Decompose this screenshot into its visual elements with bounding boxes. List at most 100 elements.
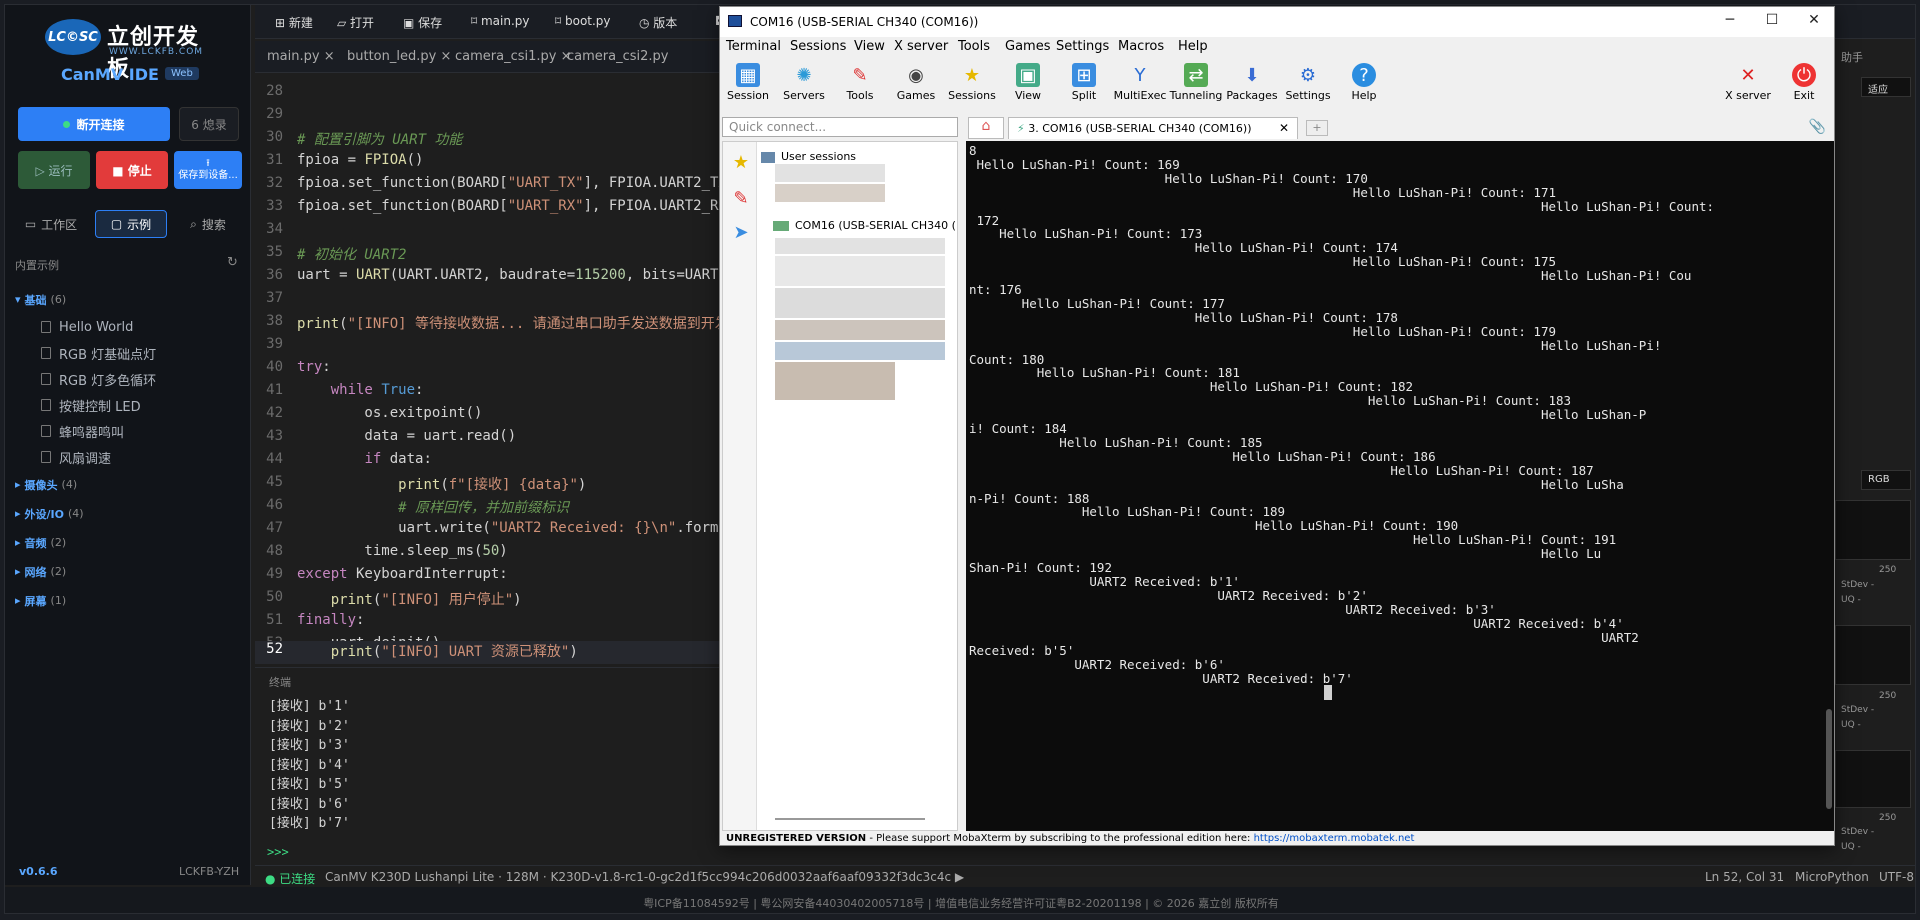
power-icon: ⏻ <box>1792 63 1816 87</box>
servers-icon: ✺ <box>796 64 812 86</box>
boot-py-button[interactable]: ⌑ boot.py <box>555 14 611 28</box>
tool-servers[interactable]: ✺ Servers <box>776 59 832 103</box>
code-line: 39 <box>266 336 283 352</box>
version-button[interactable]: ◷ 版本 <box>639 14 677 31</box>
mobatek-link[interactable]: https://mobaxterm.mobatek.net <box>1254 833 1415 844</box>
tree-category-camera[interactable]: ▸ 摄像头 (4) <box>15 470 245 499</box>
maximize-icon[interactable]: ☐ <box>1762 12 1782 28</box>
tool-help[interactable]: ? Help <box>1336 59 1392 102</box>
menu-games[interactable]: Games <box>1005 39 1050 54</box>
session-tab-com16[interactable]: ⚡ 3. COM16 (USB-SERIAL CH340 (COM16)) ✕ <box>1008 117 1298 139</box>
tree-category-network[interactable]: ▸ 网络 (2) <box>15 557 245 586</box>
disconnect-button[interactable]: 断开连接 <box>18 107 170 141</box>
terminal-app-icon <box>728 15 742 27</box>
code-line-current: 52 print("[INFO] UART 资源已释放") <box>255 641 725 664</box>
session-com16[interactable]: COM16 (USB-SERIAL CH340 ( <box>773 219 956 232</box>
stdev-label: StDev - <box>1841 827 1875 837</box>
close-tab-icon[interactable]: ✕ <box>1279 121 1289 135</box>
serial-icon: ⚡ <box>1017 122 1029 135</box>
tool-settings[interactable]: ⚙ Settings <box>1280 59 1336 103</box>
menu-tools[interactable]: Tools <box>958 39 990 54</box>
terminal-prompt[interactable]: >>> <box>267 845 289 859</box>
lcsc-logo-badge: LC©SC <box>45 19 101 55</box>
tab-camera-csi2[interactable]: camera_csi2.py <box>567 49 668 64</box>
tree-category-basic[interactable]: ▾ 基础 (6) <box>15 285 245 314</box>
attach-icon[interactable]: 📎 <box>1809 119 1826 135</box>
menu-view[interactable]: View <box>854 39 885 54</box>
main-py-button[interactable]: ⌑ main.py <box>471 14 530 28</box>
terminal-cursor <box>1324 685 1332 701</box>
tab-examples[interactable]: ▢ 示例 <box>95 210 167 238</box>
tool-exit[interactable]: ⏻ Exit <box>1776 59 1832 102</box>
tool-xserver[interactable]: ✕ X server <box>1720 59 1776 103</box>
serial-terminal[interactable]: 8 Hello LuShan-Pi! Count: 169 Hello LuSh… <box>966 141 1834 831</box>
tree-item[interactable]: 蜂鸣器鸣叫 <box>15 418 245 444</box>
mobaxterm-titlebar[interactable]: COM16 (USB-SERIAL CH340 (COM16)) ─ ☐ ✕ <box>720 7 1834 37</box>
tree-category-screen[interactable]: ▸ 屏幕 (1) <box>15 586 245 615</box>
new-file-button[interactable]: ⊞ 新建 <box>275 14 313 31</box>
code-editor[interactable]: 28 29 30 # 配置引脚为 UART 功能 31 fpioa = FPIOA(… <box>255 75 725 665</box>
menu-help[interactable]: Help <box>1178 39 1208 54</box>
tool-multiexec[interactable]: Y MultiExec <box>1112 59 1168 103</box>
run-button[interactable]: ▷ 运行 <box>18 151 90 189</box>
tree-item[interactable]: 风扇调速 <box>15 444 245 470</box>
tab-button-led[interactable]: button_led.py × <box>347 49 451 64</box>
tool-tunneling[interactable]: ⇄ Tunneling <box>1168 59 1224 102</box>
send-icon[interactable]: ➤ <box>731 222 751 243</box>
tool-session[interactable]: ▦ Session <box>720 59 776 102</box>
tool-view[interactable]: ▣ View <box>1000 59 1056 102</box>
builtin-examples-label: 内置示例 <box>15 259 59 272</box>
tree-item[interactable]: 按键控制 LED <box>15 392 245 418</box>
zoom-fit-select[interactable]: 适应 <box>1861 77 1911 97</box>
stdev-label: StDev - <box>1841 580 1875 590</box>
disconnect-label: 断开连接 <box>76 117 125 132</box>
tree-item[interactable]: RGB 灯基础点灯 <box>15 340 245 366</box>
sidebar-tabs: ▭ 工作区 ▢ 示例 ⌕ 搜索 <box>15 210 245 240</box>
tool-packages[interactable]: ⬇ Packages <box>1224 59 1280 103</box>
tool-split[interactable]: ⊞ Split <box>1056 59 1112 102</box>
color-mode-select[interactable]: RGB <box>1861 470 1911 490</box>
minimize-icon[interactable]: ─ <box>1720 12 1740 28</box>
tree-item[interactable]: RGB 灯多色循环 <box>15 366 245 392</box>
stop-button[interactable]: ■ 停止 <box>96 151 168 189</box>
open-file-button[interactable]: ▱ 打开 <box>337 14 374 31</box>
save-file-button[interactable]: ▣ 保存 <box>403 14 442 31</box>
menu-sessions[interactable]: Sessions <box>790 39 846 54</box>
tool-tools[interactable]: ✎ Tools <box>832 59 888 103</box>
tools-icon[interactable]: ✎ <box>731 188 751 209</box>
close-icon[interactable]: ✕ <box>1804 12 1824 28</box>
menu-terminal[interactable]: Terminal <box>726 39 781 54</box>
terminal-scrollbar[interactable] <box>1826 709 1832 809</box>
tab-main-py[interactable]: main.py × <box>267 49 335 64</box>
menu-macros[interactable]: Macros <box>1118 39 1164 54</box>
code-line: 36 uart = UART(UART.UART2, baudrate=11520… <box>266 267 719 283</box>
refresh-icon[interactable]: ↻ <box>227 255 238 270</box>
tool-sessions[interactable]: ★ Sessions <box>944 59 1000 103</box>
tab-camera-csi1[interactable]: camera_csi1.py × <box>455 49 572 64</box>
menu-xserver[interactable]: X server <box>894 39 948 54</box>
save-icon: ▣ <box>403 16 419 30</box>
menu-settings[interactable]: Settings <box>1056 39 1109 54</box>
code-line: 49 except KeyboardInterrupt: <box>266 566 508 582</box>
code-line: 51 finally: <box>266 612 365 628</box>
footer-legal: 粤ICP备11084592号 | 粤公网安备44030402005718号 | … <box>5 887 1915 913</box>
record-button[interactable]: 6 熄录 <box>179 107 239 141</box>
tree-category-audio[interactable]: ▸ 音频 (2) <box>15 528 245 557</box>
save-to-device-button[interactable]: ⭱ 保存到设备... <box>174 151 242 189</box>
help-icon: ? <box>1352 63 1376 87</box>
mobaxterm-statusbar: UNREGISTERED VERSION - Please support Mo… <box>720 831 1834 845</box>
terminal-line: [接收] b'7' <box>269 816 350 831</box>
horizontal-scrollbar[interactable] <box>775 818 925 820</box>
new-tab-icon[interactable]: + <box>1306 120 1328 136</box>
tab-search[interactable]: ⌕ 搜索 <box>175 210 241 238</box>
home-tab-icon[interactable]: ⌂ <box>968 117 1004 139</box>
terminal-output-line: Hello LuShan-P <box>969 407 1647 423</box>
tab-workspace[interactable]: ▭ 工作区 <box>15 210 87 238</box>
quick-connect-input[interactable]: Quick connect... <box>722 117 958 137</box>
code-line: 42 os.exitpoint() <box>266 405 483 421</box>
tree-category-peripheral[interactable]: ▸ 外设/IO (4) <box>15 499 245 528</box>
user-sessions-folder[interactable]: User sessions <box>761 150 856 163</box>
tree-item[interactable]: Hello World <box>15 314 245 340</box>
star-icon[interactable]: ★ <box>731 152 751 173</box>
tool-games[interactable]: ◉ Games <box>888 59 944 103</box>
